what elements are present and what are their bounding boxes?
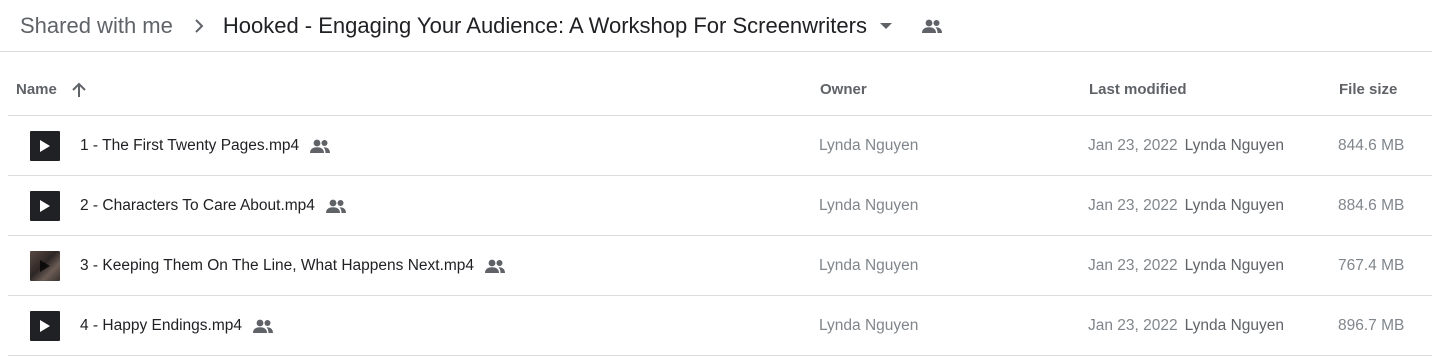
modified-by: Lynda Nguyen [1184, 256, 1285, 274]
column-header-row: Name Owner Last modified File size [8, 64, 1432, 116]
file-last-modified: Jan 23, 2022 Lynda Nguyen [1088, 116, 1284, 175]
modified-by: Lynda Nguyen [1184, 136, 1285, 154]
file-size: 884.6 MB [1338, 196, 1405, 214]
modified-by: Lynda Nguyen [1184, 196, 1285, 214]
breadcrumb-current-folder[interactable]: Hooked - Engaging Your Audience: A Works… [223, 13, 867, 39]
file-size: 767.4 MB [1338, 256, 1405, 274]
column-header-name-label: Name [16, 81, 57, 98]
file-owner: Lynda Nguyen [819, 256, 919, 274]
file-owner: Lynda Nguyen [819, 196, 919, 214]
file-owner: Lynda Nguyen [819, 316, 919, 334]
file-name: 3 - Keeping Them On The Line, What Happe… [80, 256, 475, 274]
modified-date: Jan 23, 2022 [1088, 136, 1178, 154]
breadcrumb: Shared with me Hooked - Engaging Your Au… [0, 0, 1432, 52]
file-list: Name Owner Last modified File size 1 - T… [8, 64, 1432, 356]
shared-people-icon [484, 257, 506, 275]
column-header-name[interactable]: Name [16, 64, 89, 115]
file-name-cell: 4 - Happy Endings.mp4 [30, 296, 274, 355]
shared-people-icon [309, 137, 331, 155]
file-last-modified: Jan 23, 2022 Lynda Nguyen [1088, 176, 1284, 235]
file-name: 2 - Characters To Care About.mp4 [80, 196, 315, 214]
modified-date: Jan 23, 2022 [1088, 196, 1178, 214]
table-row[interactable]: 1 - The First Twenty Pages.mp4 Lynda Ngu… [8, 116, 1432, 176]
shared-people-icon[interactable] [921, 16, 945, 36]
sort-arrow-up-icon[interactable] [71, 81, 89, 99]
file-name-cell: 3 - Keeping Them On The Line, What Happe… [30, 236, 506, 295]
file-last-modified: Jan 23, 2022 Lynda Nguyen [1088, 296, 1284, 355]
video-thumbnail [30, 250, 60, 281]
breadcrumb-shared-with-me[interactable]: Shared with me [20, 13, 173, 39]
modified-date: Jan 23, 2022 [1088, 256, 1178, 274]
chevron-right-icon [193, 16, 205, 36]
column-header-file-size[interactable]: File size [1339, 64, 1397, 115]
file-owner: Lynda Nguyen [819, 136, 919, 154]
play-icon [30, 130, 60, 161]
shared-people-icon [325, 197, 347, 215]
file-name-cell: 1 - The First Twenty Pages.mp4 [30, 116, 331, 175]
table-row[interactable]: 2 - Characters To Care About.mp4 Lynda N… [8, 176, 1432, 236]
file-name: 4 - Happy Endings.mp4 [80, 316, 242, 334]
play-icon [30, 190, 60, 221]
file-size: 844.6 MB [1338, 136, 1405, 154]
table-row[interactable]: 3 - Keeping Them On The Line, What Happe… [8, 236, 1432, 296]
column-header-owner[interactable]: Owner [820, 64, 867, 115]
file-size: 896.7 MB [1338, 316, 1405, 334]
file-name: 1 - The First Twenty Pages.mp4 [80, 136, 300, 154]
caret-down-icon[interactable] [879, 19, 893, 33]
table-row[interactable]: 4 - Happy Endings.mp4 Lynda Nguyen Jan 2… [8, 296, 1432, 356]
drive-folder-view: Shared with me Hooked - Engaging Your Au… [0, 0, 1432, 362]
modified-date: Jan 23, 2022 [1088, 316, 1178, 334]
file-last-modified: Jan 23, 2022 Lynda Nguyen [1088, 236, 1284, 295]
shared-people-icon [252, 317, 274, 335]
modified-by: Lynda Nguyen [1184, 316, 1285, 334]
column-header-last-modified[interactable]: Last modified [1089, 64, 1187, 115]
play-icon [30, 310, 60, 341]
file-name-cell: 2 - Characters To Care About.mp4 [30, 176, 347, 235]
